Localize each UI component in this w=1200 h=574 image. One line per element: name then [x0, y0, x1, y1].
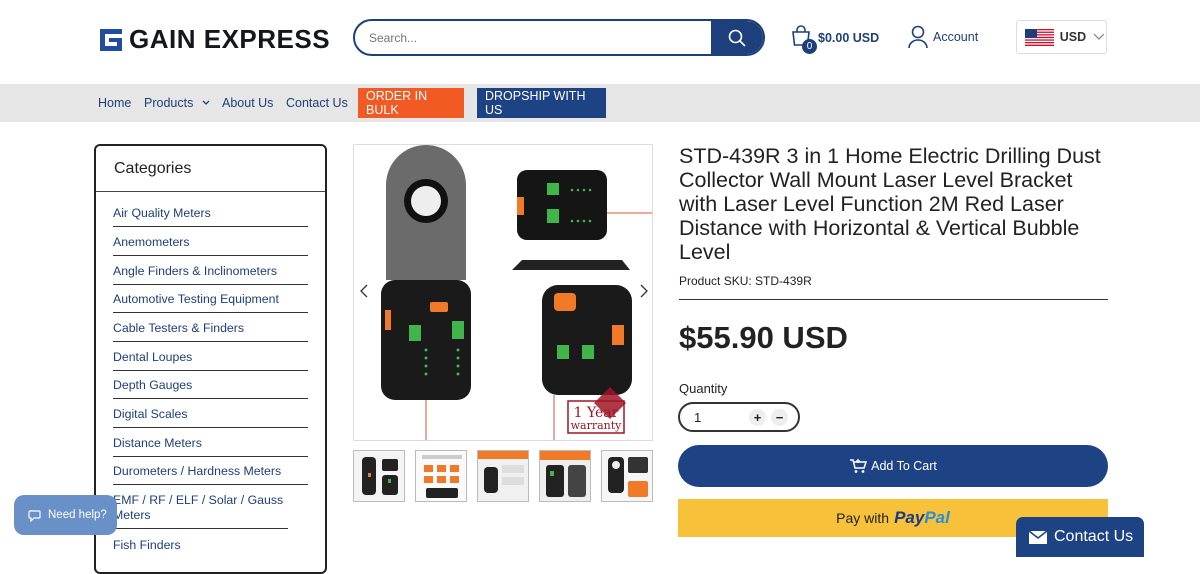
nav-products[interactable]: Products [144, 96, 211, 110]
currency-code: USD [1059, 30, 1087, 44]
cart-total: $0.00 USD [818, 31, 880, 45]
product-photo: 1 Year warranty [381, 145, 652, 440]
category-item[interactable]: EMF / RF / ELF / Solar / Gauss Meters [113, 493, 288, 529]
divider [679, 299, 1108, 300]
cart-count-badge: 0 [802, 39, 817, 54]
product-title: STD-439R 3 in 1 Home Electric Drilling D… [679, 144, 1101, 264]
nav-products-label: Products [144, 96, 194, 110]
chevron-left-icon [360, 284, 368, 298]
product-sku: Product SKU: STD-439R [679, 274, 812, 288]
product-main-image[interactable]: 1 Year warranty [353, 144, 653, 441]
category-item[interactable]: Distance Meters [113, 436, 308, 457]
us-flag-icon [1025, 28, 1054, 46]
search-bar [353, 19, 765, 56]
sku-label: Product SKU: [679, 274, 752, 288]
chevron-down-icon [202, 100, 210, 105]
category-item[interactable]: Digital Scales [113, 407, 308, 428]
currency-selector[interactable]: USD [1016, 20, 1107, 54]
thumbnail-5[interactable] [601, 450, 653, 502]
need-help-widget[interactable]: Need help? [14, 495, 117, 535]
chevron-right-icon [640, 284, 648, 298]
quantity-minus-button[interactable]: − [771, 408, 788, 426]
logo[interactable]: GAIN EXPRESS [100, 24, 330, 55]
category-item[interactable]: Anemometers [113, 235, 308, 256]
prev-image-button[interactable] [358, 283, 370, 304]
account-link[interactable]: Account [907, 25, 978, 49]
site-header: GAIN EXPRESS 0 $0.00 USD Account [0, 0, 1200, 84]
category-item[interactable]: Angle Finders & Inclinometers [113, 264, 308, 285]
cart-icon [850, 459, 868, 473]
paypal-logo-pal: Pal [924, 508, 950, 527]
chevron-down-icon [1093, 33, 1105, 40]
categories-sidebar: Categories Air Quality Meters Anemometer… [94, 144, 327, 574]
dropship-button[interactable]: DROPSHIP WITH US [477, 88, 606, 118]
logo-mark-icon [100, 28, 122, 51]
sku-value: STD-439R [755, 274, 812, 288]
paypal-prefix: Pay with [836, 510, 890, 526]
nav-about-us[interactable]: About Us [222, 96, 273, 110]
category-item[interactable]: Fish Finders [113, 538, 308, 558]
nav-home[interactable]: Home [98, 96, 131, 110]
add-to-cart-label: Add To Cart [871, 459, 937, 473]
thumbnail-image [540, 451, 590, 501]
brand-name: GAIN EXPRESS [129, 24, 331, 54]
category-item[interactable]: Air Quality Meters [113, 206, 308, 227]
need-help-label: Need help? [48, 509, 107, 521]
account-label: Account [933, 30, 979, 44]
add-to-cart-button[interactable]: Add To Cart [678, 445, 1108, 487]
envelope-icon [1028, 529, 1048, 544]
thumbnail-1[interactable] [353, 450, 405, 502]
contact-us-label: Contact Us [1054, 528, 1134, 545]
paypal-logo-pay: Pay [894, 508, 925, 527]
thumbnail-image [416, 451, 466, 501]
cart-button[interactable]: 0 $0.00 USD [790, 25, 880, 54]
quantity-stepper: 1 + − [678, 402, 800, 432]
chat-icon [28, 509, 41, 522]
next-image-button[interactable] [638, 283, 650, 304]
category-item[interactable]: Depth Gauges [113, 378, 308, 399]
user-icon [908, 25, 928, 49]
nav-contact-us[interactable]: Contact Us [286, 96, 348, 110]
warranty-line-2: warranty [571, 419, 623, 432]
category-item[interactable]: Cable Testers & Finders [113, 321, 308, 342]
category-item[interactable]: Durometers / Hardness Meters [113, 464, 308, 485]
product-price: $55.90 USD [679, 320, 848, 355]
categories-title: Categories [96, 146, 325, 192]
thumbnail-4[interactable] [539, 450, 591, 502]
thumbnail-image [354, 451, 404, 501]
quantity-input[interactable]: 1 [694, 410, 744, 425]
shopping-bag-icon: 0 [790, 25, 817, 54]
quantity-label: Quantity [679, 381, 728, 396]
thumbnail-3[interactable] [477, 450, 529, 502]
thumbnail-2[interactable] [415, 450, 467, 502]
quantity-plus-button[interactable]: + [749, 408, 766, 426]
order-in-bulk-button[interactable]: ORDER IN BULK [358, 88, 464, 118]
search-button[interactable] [711, 21, 763, 54]
search-icon [728, 29, 746, 47]
main-nav: Home Products About Us Contact Us ORDER … [0, 84, 1200, 122]
category-item[interactable]: Automotive Testing Equipment [113, 292, 308, 313]
contact-us-widget[interactable]: Contact Us [1016, 517, 1144, 557]
thumbnail-image [602, 451, 652, 501]
search-input[interactable] [355, 21, 711, 54]
thumbnail-image [478, 451, 528, 501]
category-item[interactable]: Dental Loupes [113, 350, 308, 371]
